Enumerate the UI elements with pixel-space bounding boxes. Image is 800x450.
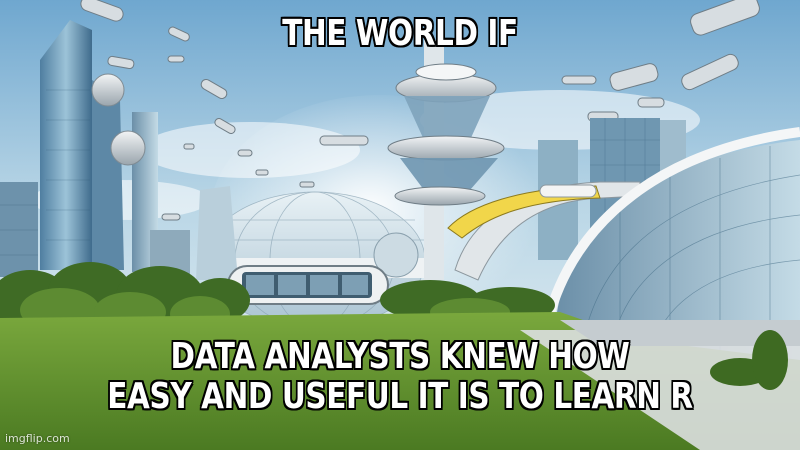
meme-image: THE WORLD IF DATA ANALYSTS KNEW HOW EASY… <box>0 0 800 450</box>
imgflip-watermark: imgflip.com <box>5 432 70 445</box>
bottom-caption-line-2: EASY AND USEFUL IT IS TO LEARN R <box>107 376 693 417</box>
top-caption-text: THE WORLD IF <box>282 13 518 54</box>
meme-bottom-caption: DATA ANALYSTS KNEW HOW EASY AND USEFUL I… <box>72 337 728 417</box>
meme-top-caption: THE WORLD IF <box>72 14 728 54</box>
bottom-caption-line-1: DATA ANALYSTS KNEW HOW <box>170 336 630 377</box>
